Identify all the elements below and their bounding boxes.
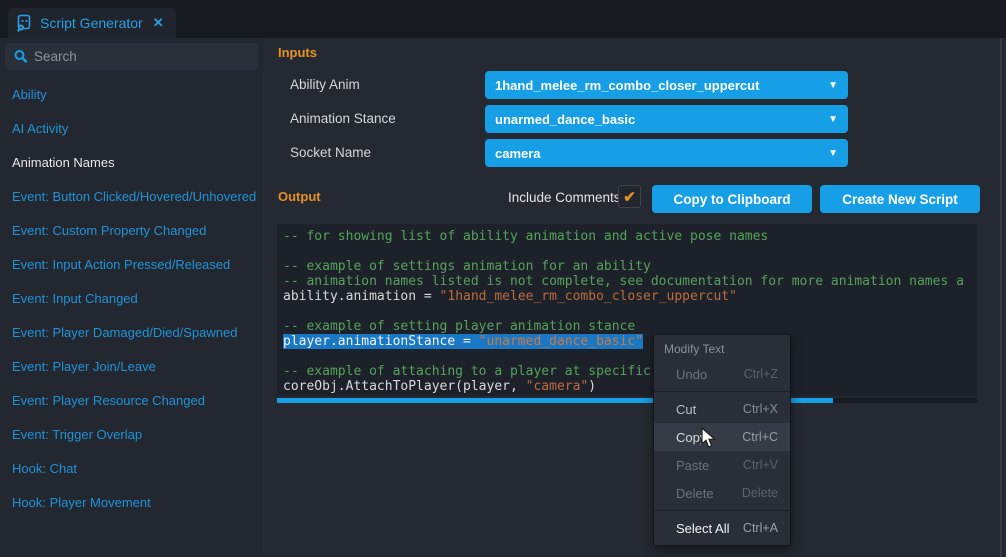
mouse-cursor-icon	[700, 427, 718, 454]
menu-item-shortcut: Delete	[742, 486, 778, 500]
dropdown-socket-name[interactable]: camera ▼	[485, 139, 848, 167]
sidebar-item[interactable]: Event: Player Damaged/Died/Spawned	[0, 316, 263, 350]
menu-item-label: Delete	[676, 486, 714, 501]
sidebar-item[interactable]: Hook: Chat	[0, 452, 263, 486]
sidebar-item[interactable]: Event: Button Clicked/Hovered/Unhovered	[0, 180, 263, 214]
menu-item-shortcut: Ctrl+A	[743, 521, 778, 535]
menu-item-shortcut: Ctrl+X	[743, 402, 778, 416]
dropdown-ability-anim[interactable]: 1hand_melee_rm_combo_closer_uppercut ▼	[485, 71, 848, 99]
menu-divider	[654, 391, 790, 392]
checkmark-icon: ✔	[623, 188, 636, 206]
sidebar: AbilityAI ActivityAnimation NamesEvent: …	[0, 38, 263, 557]
tab-script-generator[interactable]: Script Generator ✕	[8, 8, 176, 38]
chevron-down-icon: ▼	[828, 80, 838, 91]
context-menu: Modify Text Undo Ctrl+Z Cut Ctrl+X CopyCtrl+…	[653, 334, 791, 546]
code-line: -- example of setting player animation s…	[283, 319, 977, 334]
sidebar-item[interactable]: Event: Trigger Overlap	[0, 418, 263, 452]
dropdown-animation-stance[interactable]: unarmed_dance_basic ▼	[485, 105, 848, 133]
top-tab-bar: Script Generator ✕	[0, 0, 1006, 38]
sidebar-item[interactable]: Event: Input Changed	[0, 282, 263, 316]
menu-item-copy[interactable]: CopyCtrl+C	[654, 423, 790, 451]
search-input[interactable]	[34, 49, 234, 64]
chevron-down-icon: ▼	[828, 114, 838, 125]
code-line: -- animation names listed is not complet…	[283, 274, 977, 289]
code-output-area[interactable]: -- for showing list of ability animation…	[277, 224, 977, 396]
code-line: -- example of attaching to a player at s…	[283, 364, 977, 379]
menu-item-cut[interactable]: Cut Ctrl+X	[654, 395, 790, 423]
code-line: coreObj.AttachToPlayer(player, "camera")	[283, 379, 977, 394]
dropdown-value: unarmed_dance_basic	[495, 112, 635, 127]
sidebar-item[interactable]: Event: Input Action Pressed/Released	[0, 248, 263, 282]
sidebar-item[interactable]: Event: Player Resource Changed	[0, 384, 263, 418]
menu-divider	[654, 510, 790, 511]
code-line	[283, 349, 977, 364]
sidebar-item[interactable]: Hook: Player Movement	[0, 486, 263, 520]
create-new-script-button[interactable]: Create New Script	[820, 185, 980, 213]
field-label: Animation Stance	[290, 111, 396, 126]
field-label: Socket Name	[290, 145, 371, 160]
context-menu-header: Modify Text	[654, 335, 790, 360]
menu-item-shortcut: Ctrl+Z	[744, 367, 778, 381]
menu-item-label: Undo	[676, 367, 707, 382]
menu-item-paste[interactable]: Paste Ctrl+V	[654, 451, 790, 479]
menu-item-undo[interactable]: Undo Ctrl+Z	[654, 360, 790, 388]
tab-close-icon[interactable]: ✕	[153, 15, 164, 31]
menu-item-shortcut: Ctrl+V	[743, 458, 778, 472]
include-comments-checkbox[interactable]: ✔	[618, 185, 641, 208]
selected-text: player.animationStance = "unarmed_dance_…	[283, 334, 643, 349]
output-header: Output	[278, 189, 321, 204]
sidebar-item[interactable]: AI Activity	[0, 112, 263, 146]
code-line: -- for showing list of ability animation…	[283, 229, 977, 244]
code-line: player.animationStance = "unarmed_dance_…	[283, 334, 977, 349]
sidebar-list: AbilityAI ActivityAnimation NamesEvent: …	[0, 78, 263, 520]
sidebar-item[interactable]: Event: Player Join/Leave	[0, 350, 263, 384]
sidebar-item[interactable]: Event: Custom Property Changed	[0, 214, 263, 248]
menu-item-delete[interactable]: Delete Delete	[654, 479, 790, 507]
include-comments-label: Include Comments	[508, 190, 621, 205]
search-icon	[13, 49, 28, 64]
menu-item-label: Cut	[676, 402, 696, 417]
tab-title: Script Generator	[40, 15, 143, 31]
sidebar-item[interactable]: Ability	[0, 78, 263, 112]
field-label: Ability Anim	[290, 77, 360, 92]
chevron-down-icon: ▼	[828, 148, 838, 159]
script-generator-icon	[16, 14, 33, 32]
menu-item-select-all[interactable]: Select All Ctrl+A	[654, 514, 790, 542]
panel-right-edge	[1000, 38, 1002, 557]
inputs-header: Inputs	[278, 45, 317, 60]
code-line: ability.animation = "1hand_melee_rm_comb…	[283, 289, 977, 304]
sidebar-item[interactable]: Animation Names	[0, 146, 263, 180]
dropdown-value: camera	[495, 146, 541, 161]
copy-to-clipboard-button[interactable]: Copy to Clipboard	[652, 185, 812, 213]
code-line	[283, 304, 977, 319]
menu-item-shortcut: Ctrl+C	[742, 430, 778, 444]
code-line: -- example of settings animation for an …	[283, 259, 977, 274]
main-panel: Inputs Ability Anim 1hand_melee_rm_combo_…	[263, 38, 1006, 557]
menu-item-label: Select All	[676, 521, 729, 536]
menu-item-label: Paste	[676, 458, 709, 473]
search-box[interactable]	[5, 43, 258, 70]
code-line	[283, 244, 977, 259]
horizontal-scrollbar[interactable]	[277, 398, 977, 403]
dropdown-value: 1hand_melee_rm_combo_closer_uppercut	[495, 78, 759, 93]
